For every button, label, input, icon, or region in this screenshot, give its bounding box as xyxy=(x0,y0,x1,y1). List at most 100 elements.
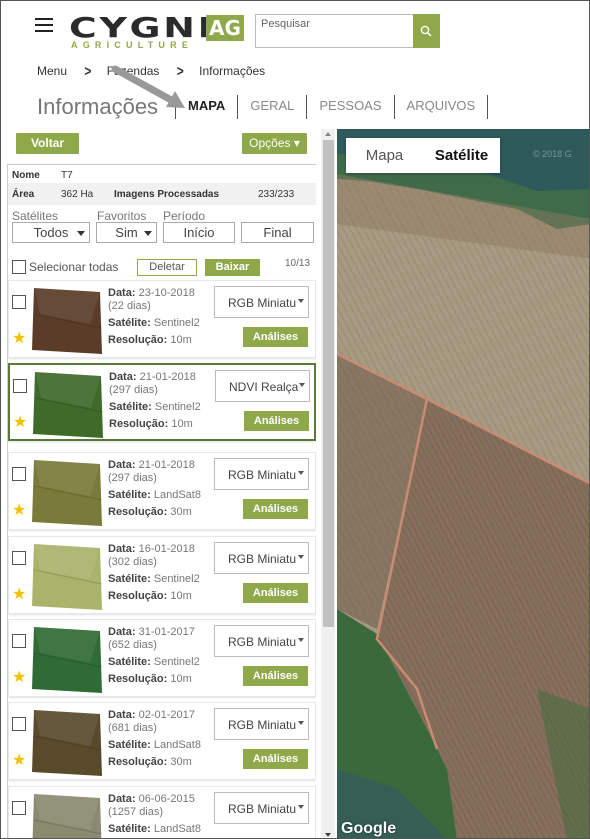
image-date-value: 02-01-2017 xyxy=(138,709,195,721)
tab-geral[interactable]: GERAL xyxy=(237,95,306,119)
image-card[interactable]: ★ Data: 21-01-2018 (297 dias) Satélite: Lan… xyxy=(8,452,316,530)
menu-icon[interactable] xyxy=(35,18,53,32)
analyses-button[interactable]: Análises xyxy=(243,583,308,603)
visualization-select[interactable]: RGB Miniatu xyxy=(214,792,309,824)
image-card[interactable]: ★ Data: 16-01-2018 (302 dias) Satélite: Sen… xyxy=(8,536,316,614)
options-button[interactable]: Opções ▾ xyxy=(242,133,307,154)
image-card[interactable]: ★Data: 06-06-2015(1257 dias)Satélite: La… xyxy=(8,786,316,838)
field-area-label: Área xyxy=(12,189,35,200)
image-age: (1257 dias) xyxy=(108,806,164,818)
image-date-label: Data: xyxy=(108,626,136,638)
visualization-select[interactable]: RGB Miniatu xyxy=(214,542,309,574)
favorite-star-icon[interactable]: ★ xyxy=(12,670,26,686)
google-logo: Google xyxy=(341,820,397,837)
visualization-select[interactable]: RGB Miniatu xyxy=(214,708,309,740)
scroll-down-arrow-icon[interactable] xyxy=(325,833,331,837)
favorite-star-icon[interactable]: ★ xyxy=(12,587,26,603)
visualization-select[interactable]: RGB Miniatu xyxy=(214,286,309,318)
satellite-thumbnail[interactable] xyxy=(30,540,104,612)
image-date-label: Data: xyxy=(109,371,137,383)
image-card[interactable]: ★ Data: 31-01-2017 (652 dias) Satélite: Sen… xyxy=(8,619,316,697)
image-card[interactable]: ★ Data: 23-10-2018 (22 dias) Satélite: Sent… xyxy=(8,280,316,358)
search-input[interactable]: Pesquisar xyxy=(255,14,413,48)
favorites-select-value: Sim xyxy=(115,225,138,240)
visualization-select[interactable]: NDVI Realça xyxy=(215,370,310,402)
image-date-value: 31-01-2017 xyxy=(138,626,195,638)
logo-wordmark: CYGNI xyxy=(69,11,215,44)
image-resolution-label: Resolução: xyxy=(108,673,168,685)
satellite-map[interactable] xyxy=(337,129,589,838)
field-area-value: 362 Ha xyxy=(61,189,94,200)
search-icon xyxy=(420,25,432,37)
satellites-filter-label: Satélites xyxy=(12,209,59,223)
select-all-checkbox[interactable] xyxy=(12,260,26,274)
scroll-up-arrow-icon[interactable] xyxy=(325,132,331,136)
period-end-input[interactable]: Final xyxy=(241,222,314,243)
scrollbar-thumb[interactable] xyxy=(323,140,334,627)
satellite-thumbnail[interactable] xyxy=(30,623,104,695)
analyses-button[interactable]: Análises xyxy=(244,411,309,431)
caret-down-icon xyxy=(298,299,304,303)
image-card[interactable]: ★ Data: 02-01-2017 (681 dias) Satélite: Lan… xyxy=(8,702,316,780)
image-date-label: Data: xyxy=(108,793,136,805)
image-resolution-label: Resolução: xyxy=(108,756,168,768)
visualization-select-value: RGB Miniatu xyxy=(228,635,297,649)
period-start-input[interactable]: Início xyxy=(163,222,235,243)
satellite-thumbnail[interactable] xyxy=(30,706,104,778)
pointer-arrow-icon xyxy=(111,65,185,108)
cygni-logo[interactable]: CYGNI AG AGRICULTURE xyxy=(69,13,249,53)
tab-pessoas[interactable]: PESSOAS xyxy=(306,95,393,119)
image-date-value: 23-10-2018 xyxy=(138,287,195,299)
images-processed-value: 233/233 xyxy=(258,189,295,200)
satellite-thumbnail[interactable] xyxy=(30,456,104,528)
image-card-checkbox[interactable] xyxy=(12,295,26,309)
image-date-value: 06-06-2015 xyxy=(138,793,195,805)
download-button[interactable]: Baixar xyxy=(205,259,260,276)
image-satellite-value: LandSat8 xyxy=(153,739,201,751)
image-satellite-value: Sentinel2 xyxy=(154,401,201,413)
chevron-right-icon: > xyxy=(84,62,92,80)
image-card-checkbox[interactable] xyxy=(12,467,26,481)
logo-subtitle: AGRICULTURE xyxy=(71,40,194,50)
image-card-checkbox[interactable] xyxy=(12,551,26,565)
analyses-button[interactable]: Análises xyxy=(243,666,308,686)
image-satellite-label: Satélite: xyxy=(108,489,151,501)
image-satellite-value: LandSat8 xyxy=(153,823,201,835)
map-view-button[interactable]: Mapa xyxy=(346,138,423,173)
favorite-star-icon[interactable]: ★ xyxy=(13,415,27,431)
favorites-select[interactable]: Sim xyxy=(96,222,157,243)
visualization-select[interactable]: RGB Miniatu xyxy=(214,458,309,490)
analyses-button[interactable]: Análises xyxy=(243,327,308,347)
satellites-select[interactable]: Todos xyxy=(12,222,90,243)
image-satellite-label: Satélite: xyxy=(108,573,151,585)
favorite-star-icon[interactable]: ★ xyxy=(12,503,26,519)
breadcrumb-menu[interactable]: Menu xyxy=(37,64,67,78)
image-card-checkbox[interactable] xyxy=(12,717,26,731)
satellite-thumbnail[interactable] xyxy=(30,790,104,838)
satellite-thumbnail[interactable] xyxy=(31,368,105,440)
satellite-view-button[interactable]: Satélite xyxy=(423,138,500,173)
caret-down-icon xyxy=(298,471,304,475)
visualization-select[interactable]: RGB Miniatu xyxy=(214,625,309,657)
analyses-button[interactable]: Análises xyxy=(243,749,308,769)
analyses-button[interactable]: Análises xyxy=(243,499,308,519)
favorite-star-icon[interactable]: ★ xyxy=(12,331,26,347)
image-list-panel: Nome T7 Área 362 Ha Imagens Processadas … xyxy=(7,164,316,838)
tab-arquivos[interactable]: ARQUIVOS xyxy=(393,95,488,119)
search-button[interactable] xyxy=(413,14,440,48)
visualization-select-value: RGB Miniatu xyxy=(228,718,297,732)
image-card-checkbox[interactable] xyxy=(12,634,26,648)
satellite-thumbnail[interactable] xyxy=(30,284,104,356)
image-resolution-value: 30m xyxy=(170,756,192,768)
back-button[interactable]: Voltar xyxy=(16,133,79,154)
image-card[interactable]: ★ Data: 21-01-2018 (297 dias) Satélite: Sen… xyxy=(8,363,316,441)
image-card-metadata: Data: 23-10-2018 (22 dias) Satélite: Senti… xyxy=(108,287,200,347)
image-resolution-value: 10m xyxy=(170,334,192,346)
image-card-metadata: Data: 16-01-2018 (302 dias) Satélite: Sent… xyxy=(108,543,200,603)
image-card-checkbox[interactable] xyxy=(12,801,26,815)
image-card-checkbox[interactable] xyxy=(13,379,27,393)
caret-down-icon xyxy=(144,231,152,236)
delete-button[interactable]: Deletar xyxy=(137,259,197,276)
image-card-metadata: Data: 31-01-2017 (652 dias) Satélite: Sent… xyxy=(108,626,200,686)
favorite-star-icon[interactable]: ★ xyxy=(12,753,26,769)
